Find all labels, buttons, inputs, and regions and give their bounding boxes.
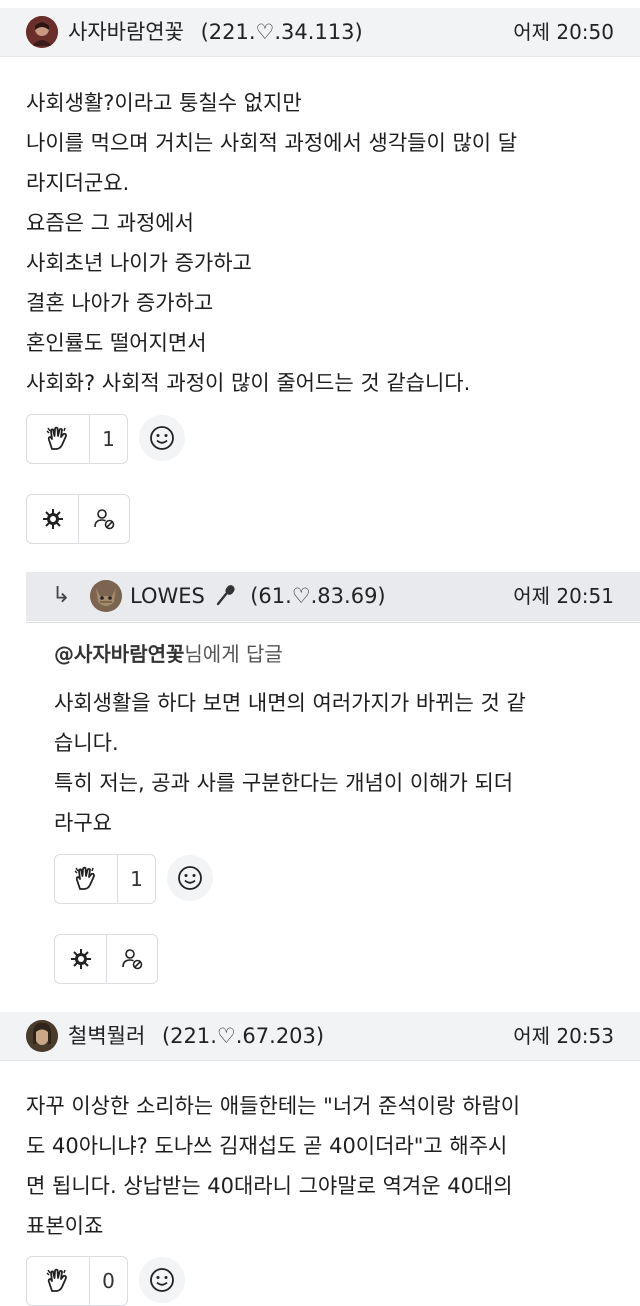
user-block-icon — [122, 949, 143, 970]
reaction-button[interactable] — [139, 415, 185, 461]
nickname-text[interactable]: 철벽뭘러 — [68, 1024, 145, 1048]
nickname-text[interactable]: LOWES — [130, 584, 205, 608]
clap-hand-icon — [46, 1268, 67, 1292]
comment-line: 면 됩니다. 상납받는 40대라니 그야말로 역겨운 40대의 — [26, 1174, 513, 1198]
comment-line: 라지더군요. — [26, 171, 130, 195]
action-button-group — [54, 934, 158, 984]
author-nickname[interactable]: 철벽뭘러 (221.♡.67.203) — [68, 1012, 324, 1060]
user-avatar[interactable] — [90, 580, 122, 612]
comment-line: 자꾸 이상한 소리하는 애들한테는 "너거 준석이랑 하람이 — [26, 1094, 521, 1118]
comment-line: 표본이죠 — [26, 1214, 104, 1238]
reaction-button[interactable] — [139, 1257, 185, 1303]
comment-line: 혼인률도 떨어지면서 — [26, 331, 207, 355]
like-count: 1 — [117, 855, 155, 903]
comment-line: 도 40아니냐? 도나쓰 김재섭도 곧 40이더라"고 해주시 — [26, 1134, 508, 1158]
virus-icon — [42, 509, 63, 529]
comment-body: 사회생활?이라고 퉁칠수 없지만 나이를 먹으며 거치는 사회적 과정에서 생각… — [26, 83, 517, 403]
block-user-button[interactable] — [106, 935, 157, 983]
comment-header: 사자바람연꽃 (221.♡.34.113) 어제 20:50 — [0, 8, 640, 57]
like-button-group: 1 — [26, 414, 128, 464]
virus-report-button[interactable] — [27, 495, 78, 543]
comment-line: 결혼 나아가 증가하고 — [26, 291, 214, 315]
block-user-button[interactable] — [78, 495, 129, 543]
comment-body: 자꾸 이상한 소리하는 애들한테는 "너거 준석이랑 하람이 도 40아니냐? … — [26, 1086, 520, 1246]
comment-line: 요즘은 그 과정에서 — [26, 211, 194, 235]
mentioned-user[interactable]: @사자바람연꽃 — [54, 642, 184, 666]
like-count-text: 0 — [102, 1269, 115, 1293]
nickname-text[interactable]: 사자바람연꽃 — [68, 20, 184, 44]
like-button-group: 0 — [26, 1256, 128, 1306]
comment-body: 사회생활을 하다 보면 내면의 여러가지가 바뀌는 것 같 습니다. 특히 저는… — [54, 683, 526, 843]
like-button[interactable] — [27, 415, 89, 463]
comment-header: 철벽뭘러 (221.♡.67.203) 어제 20:53 — [0, 1012, 640, 1061]
comment-line: 사회생활을 하다 보면 내면의 여러가지가 바뀌는 것 같 — [54, 691, 526, 715]
comment-line: 나이를 먹으며 거치는 사회적 과정에서 생각들이 많이 달 — [26, 131, 518, 155]
comment-time: 어제 20:51 — [513, 584, 614, 608]
reply-mention: @사자바람연꽃님에게 답글 — [54, 638, 283, 667]
author-nickname[interactable]: 사자바람연꽃 (221.♡.34.113) — [68, 8, 363, 56]
like-count: 0 — [89, 1257, 127, 1305]
reaction-button[interactable] — [167, 855, 213, 901]
virus-report-button[interactable] — [55, 935, 106, 983]
like-count-text: 1 — [130, 867, 143, 891]
smiley-icon — [150, 426, 174, 450]
mention-suffix: 님에게 답글 — [184, 642, 283, 666]
like-count-text: 1 — [102, 427, 115, 451]
ip-address: (221.♡.34.113) — [200, 20, 363, 44]
virus-icon — [70, 949, 91, 969]
user-block-icon — [94, 509, 115, 530]
smiley-icon — [150, 1268, 174, 1292]
user-avatar[interactable] — [26, 1020, 58, 1052]
comment-line: 특히 저는, 공과 사를 구분한다는 개념이 이해가 되더 — [54, 771, 514, 795]
comment-line: 사회초년 나이가 증가하고 — [26, 251, 252, 275]
comment-line: 사회생활?이라고 퉁칠수 없지만 — [26, 91, 302, 115]
clap-hand-icon — [74, 866, 95, 890]
user-avatar[interactable] — [26, 16, 58, 48]
like-button[interactable] — [55, 855, 117, 903]
author-nickname[interactable]: LOWES (61.♡.83.69) — [130, 572, 386, 620]
like-count: 1 — [89, 415, 127, 463]
reply-divider — [26, 622, 640, 623]
like-button-group: 1 — [54, 854, 156, 904]
reply-arrow-icon: ↳ — [52, 583, 71, 608]
ip-address: (61.♡.83.69) — [250, 584, 386, 608]
comment-line: 사회화? 사회적 과정이 많이 줄어드는 것 같습니다. — [26, 371, 471, 395]
microphone-icon — [216, 585, 235, 606]
action-button-group — [26, 494, 130, 544]
comment-line: 라구요 — [54, 811, 112, 835]
clap-hand-icon — [46, 426, 67, 450]
like-button[interactable] — [27, 1257, 89, 1305]
reply-header: ↳ LOWES (61.♡.83.69) 어제 20:51 — [26, 572, 640, 621]
comment-line: 습니다. — [54, 731, 119, 755]
smiley-icon — [178, 866, 202, 890]
ip-address: (221.♡.67.203) — [161, 1024, 325, 1048]
comment-time: 어제 20:50 — [513, 20, 614, 44]
comment-time: 어제 20:53 — [513, 1024, 614, 1048]
